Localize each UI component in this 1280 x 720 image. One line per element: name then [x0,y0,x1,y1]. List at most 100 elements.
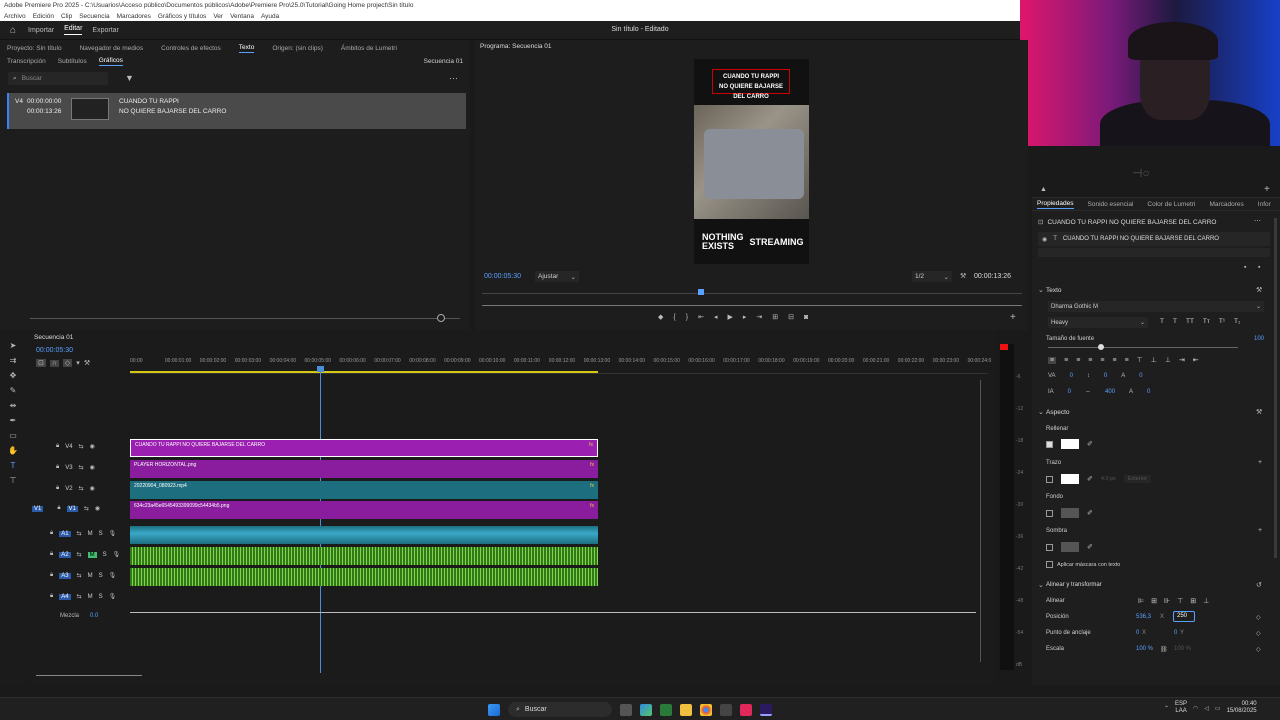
battery-icon[interactable]: ▭ [1215,705,1221,712]
track-name[interactable]: V1 [66,505,78,512]
rectangle-icon[interactable]: ▭ [9,431,17,440]
background-color-swatch[interactable] [1061,508,1079,518]
sync-icon[interactable]: ⇆ [77,572,82,579]
lock-icon[interactable]: 🔒︎ [50,551,53,558]
lock-icon[interactable]: 🔒︎ [56,443,59,450]
justify-right-icon[interactable]: ≡ [1112,357,1116,364]
tab-width-value[interactable]: 0 [1147,389,1150,395]
faux-bold-icon[interactable]: T [1160,318,1164,325]
eye-icon[interactable]: ◉ [95,505,100,512]
justify-center-icon[interactable]: ≡ [1100,357,1104,364]
align-right-edge-icon[interactable]: ⊪ [1164,597,1170,605]
small-caps-icon[interactable]: Tт [1203,318,1210,325]
rtl-icon[interactable]: ⇤ [1193,356,1199,364]
chrome-icon[interactable] [700,703,712,716]
mark-in-icon[interactable]: { [673,314,675,321]
eye-icon[interactable]: ◉ [1042,236,1047,243]
camera-icon[interactable]: ◙ [804,314,808,321]
more-icon[interactable]: ⋯ [1254,217,1261,225]
mute-toggle[interactable]: M [88,573,93,579]
add-icon[interactable]: + [1264,184,1270,195]
volume-icon[interactable]: ◁ [1204,705,1209,712]
tab-propiedades[interactable]: Propiedades [1037,200,1074,209]
layer-item[interactable]: ◉ T CUANDO TU RAPPI NO QUIERE BAJARSE DE… [1038,232,1270,246]
position-x[interactable]: 536,3 [1136,614,1151,620]
collapse-icon[interactable]: ▲ [1040,186,1047,193]
program-scroll[interactable] [482,305,1022,306]
kerning-value[interactable]: 0 [1070,373,1073,379]
filter-icon[interactable]: ▼ [125,73,134,83]
audio-clip[interactable] [130,526,598,544]
collapse-text-icon[interactable]: ⌄ [1038,286,1044,294]
task-view-icon[interactable] [620,703,632,716]
all-caps-icon[interactable]: TT [1186,318,1194,325]
sequence-tab[interactable]: Secuencia 01 [34,334,73,341]
leading-value[interactable]: 0 [1104,373,1107,379]
horizontal-scrollbar[interactable] [36,675,142,676]
store-icon[interactable] [660,703,672,716]
play-icon[interactable]: ▶ [727,313,732,321]
eye-icon[interactable]: ◉ [90,464,95,471]
copilot-icon[interactable] [640,703,652,716]
align-center-icon[interactable]: ≡ [1064,357,1068,364]
tab-color-lumetri[interactable]: Color de Lumetri [1147,201,1195,208]
menu-edicion[interactable]: Edición [33,13,54,20]
go-to-in-icon[interactable]: ⇤ [698,313,704,321]
step-back-icon[interactable]: ◂ [714,313,718,321]
align-v-center-icon[interactable]: ⊞ [1190,597,1196,605]
taskbar-search[interactable]: ⌕ Buscar [508,702,612,717]
menu-graficos[interactable]: Gráficos y títulos [158,13,206,20]
caption-tool-icon[interactable]: ⊤ [10,476,17,485]
snap-icon[interactable]: ⊡ [36,359,46,367]
microphone-icon[interactable]: 🎙︎ [109,530,117,537]
quality-dropdown[interactable]: 1/2 ⌄ [912,271,952,282]
marker-icon[interactable]: ◆ [658,313,663,321]
add-shadow-icon[interactable]: + [1258,527,1262,534]
wifi-icon[interactable]: ◠ [1193,705,1198,712]
shadow-color-swatch[interactable] [1061,542,1079,552]
program-ruler[interactable] [482,293,1022,294]
text-settings-icon[interactable]: ⚒ [1256,286,1262,294]
microphone-icon[interactable]: 🎙︎ [109,572,117,579]
background-checkbox[interactable] [1046,509,1053,517]
add-stroke-icon[interactable]: + [1258,459,1262,466]
video-clip[interactable]: PLAYER HORIZONTAL.png fx [130,460,598,478]
step-forward-icon[interactable]: ▸ [743,313,747,321]
subtab-subtitulos[interactable]: Subtítulos [58,58,87,65]
track-name[interactable]: V4 [65,444,72,450]
audio-clip[interactable] [130,568,598,586]
track-name[interactable]: A3 [59,572,71,579]
font-size-slider[interactable] [1048,347,1238,348]
mute-toggle[interactable]: M [88,531,93,537]
video-clip[interactable]: CUANDO TU RAPPI NO QUIERE BAJARSE DEL CA… [130,439,598,457]
ripple-edit-icon[interactable]: ✥ [10,371,17,380]
tab-texto[interactable]: Texto [238,44,255,53]
lock-icon[interactable]: 🔒︎ [56,485,59,492]
tab-marcadores[interactable]: Marcadores [1209,201,1243,208]
eyedropper-icon[interactable]: ✐ [1087,543,1093,551]
tab-info[interactable]: Infor [1258,201,1271,208]
anchor-y[interactable]: 0 [1174,630,1177,636]
align-bottom-edge-icon[interactable]: ⊥ [1203,597,1209,605]
fit-dropdown[interactable]: Ajustar ⌄ [535,271,579,282]
menu-ayuda[interactable]: Ayuda [261,13,279,20]
lock-icon[interactable]: 🔒︎ [50,530,53,537]
zoom-slider-handle[interactable] [437,314,445,322]
new-layer-icon[interactable]: ▪ [1244,264,1246,271]
mute-toggle[interactable]: M [88,594,93,600]
chevron-up-icon[interactable]: ⌃ [1164,705,1169,712]
mute-toggle[interactable]: M [87,551,97,558]
zoom-slider[interactable] [30,318,460,319]
text-center-icon[interactable]: ⊥ [1151,356,1157,364]
align-h-center-icon[interactable]: ⊞ [1151,597,1157,605]
track-select-icon[interactable]: ⇉ [10,356,17,365]
solo-toggle[interactable]: S [99,531,103,537]
link-icon[interactable]: ⛓ [1160,646,1168,653]
settings-icon[interactable] [720,703,732,716]
tiktok-icon[interactable] [740,703,752,716]
eye-icon[interactable]: ◉ [90,443,95,450]
baseline-value[interactable]: 0 [1139,373,1142,379]
lock-icon[interactable]: 🔒︎ [50,572,53,579]
microphone-icon[interactable]: 🎙︎ [113,551,121,558]
tracking-value[interactable]: 400 [1105,389,1115,395]
